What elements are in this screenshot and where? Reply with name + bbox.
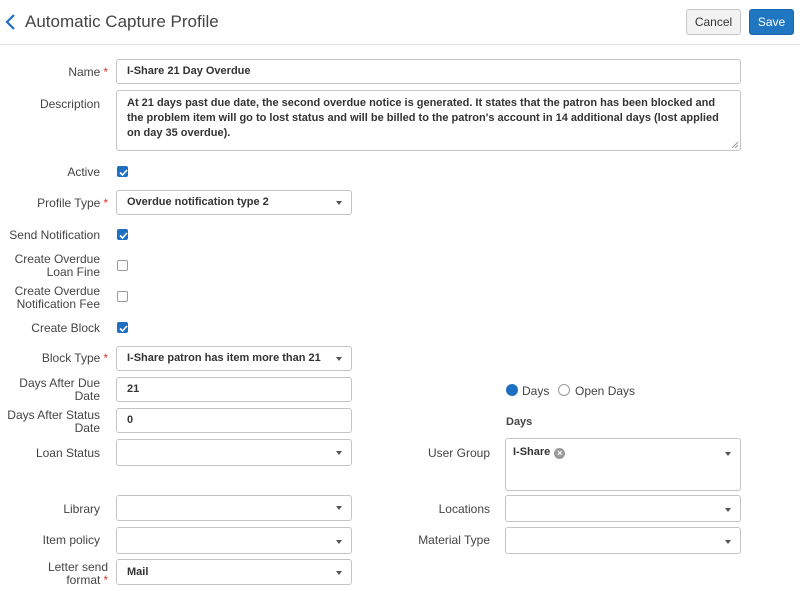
days-heading: Days — [506, 416, 533, 428]
block-type-label: Block Type * — [41, 351, 108, 365]
active-checkbox[interactable] — [117, 166, 128, 177]
cancel-button[interactable]: Cancel — [686, 9, 741, 35]
active-label: Active — [67, 165, 100, 179]
locations-select[interactable] — [505, 495, 741, 522]
chevron-down-icon — [725, 508, 731, 512]
resize-handle-icon[interactable] — [731, 141, 738, 148]
library-label: Library — [63, 502, 100, 516]
open-days-radio[interactable] — [558, 384, 570, 396]
chevron-down-icon — [336, 356, 342, 361]
create-overdue-notification-fee-label: Create Overdue Notification Fee — [14, 284, 100, 311]
name-input[interactable]: I-Share 21 Day Overdue — [116, 59, 741, 84]
profile-type-select[interactable]: Overdue notification type 2 — [116, 190, 352, 215]
chevron-down-icon — [336, 571, 342, 575]
create-block-checkbox[interactable] — [117, 322, 128, 333]
create-block-label: Create Block — [31, 321, 100, 335]
remove-chip-icon[interactable]: × — [554, 448, 566, 459]
days-radio[interactable] — [506, 384, 518, 396]
days-after-due-date-label: Days After Due Date — [19, 376, 100, 403]
page-title: Automatic Capture Profile — [25, 12, 219, 31]
checkmark-icon — [119, 232, 128, 240]
material-type-label: Material Type — [418, 533, 490, 547]
library-select[interactable] — [116, 495, 352, 521]
chevron-down-icon — [725, 540, 731, 544]
checkmark-icon — [119, 169, 128, 177]
profile-type-label: Profile Type * — [37, 196, 108, 210]
days-radio-label: Days — [522, 384, 550, 398]
description-textarea[interactable]: At 21 days past due date, the second ove… — [116, 90, 741, 151]
chevron-down-icon — [725, 452, 731, 456]
send-notification-checkbox[interactable] — [117, 229, 128, 240]
loan-status-select[interactable] — [116, 439, 352, 466]
loan-status-label: Loan Status — [35, 446, 100, 460]
checkmark-icon — [119, 325, 128, 333]
save-button[interactable]: Save — [749, 9, 794, 35]
create-overdue-loan-fine-label: Create Overdue Loan Fine — [14, 252, 100, 279]
create-overdue-loan-fine-checkbox[interactable] — [117, 260, 128, 271]
chevron-down-icon — [336, 506, 342, 510]
days-after-due-date-input[interactable]: 21 — [116, 377, 352, 402]
open-days-radio-label: Open Days — [575, 384, 636, 398]
days-after-status-date-label: Days After Status Date — [7, 408, 100, 435]
name-label: Name * — [68, 65, 108, 79]
chevron-down-icon — [336, 200, 342, 205]
description-label: Description — [39, 97, 100, 111]
page-header: Automatic Capture Profile Cancel Save — [0, 0, 800, 45]
item-policy-select[interactable] — [116, 527, 352, 554]
user-group-label: User Group — [427, 446, 490, 460]
days-after-status-date-input[interactable]: 0 — [116, 408, 352, 433]
letter-send-format-select[interactable]: Mail — [116, 559, 352, 585]
user-group-chip: I-Share × — [513, 446, 566, 459]
create-overdue-notification-fee-checkbox[interactable] — [117, 291, 128, 302]
material-type-select[interactable] — [505, 527, 741, 554]
send-notification-label: Send Notification — [9, 228, 100, 242]
chevron-down-icon — [336, 540, 342, 544]
locations-label: Locations — [438, 502, 490, 516]
item-policy-label: Item policy — [42, 533, 100, 547]
letter-send-format-label: Letter send format * — [47, 560, 108, 587]
chevron-down-icon — [336, 450, 342, 455]
user-group-multiselect[interactable]: I-Share × — [505, 438, 741, 491]
back-chevron-icon[interactable] — [4, 11, 20, 33]
block-type-select[interactable]: I-Share patron has item more than 21 — [116, 346, 352, 371]
